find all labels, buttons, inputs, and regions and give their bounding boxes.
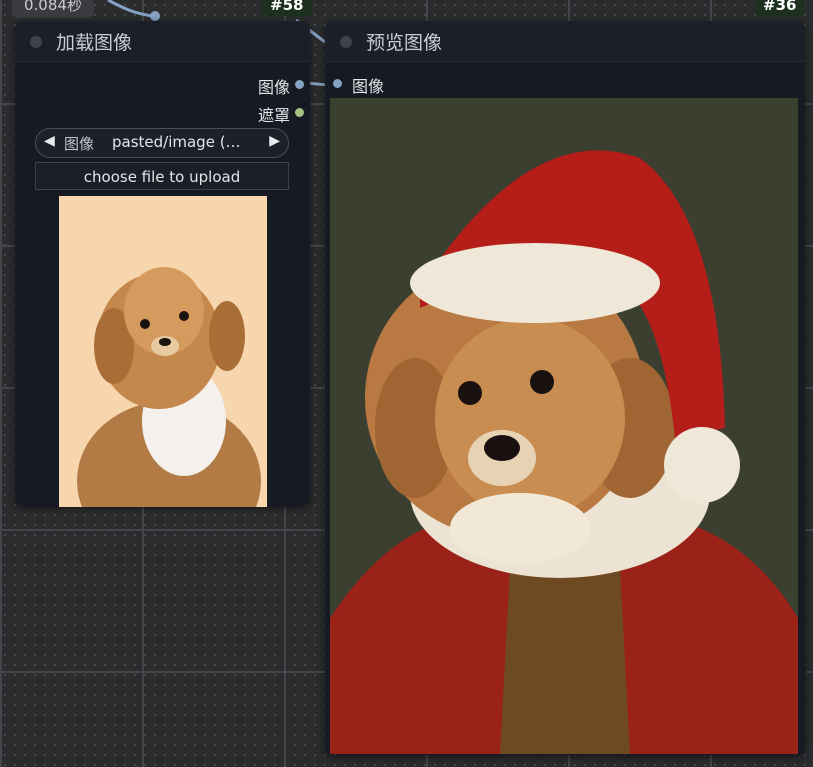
load-image-node[interactable]: 加载图像 图像 遮罩 ◀ 图像 pasted/image (… ▶ choose… [15,21,310,507]
loaded-image-thumbnail [59,196,267,507]
execution-time-label: 0.084秒 [12,0,94,18]
input-slot-dot-icon[interactable] [333,79,342,88]
node-id-badge-load: #58 [261,0,313,16]
output-slot-label: 遮罩 [257,106,290,125]
upload-button[interactable]: choose file to upload [35,162,289,190]
output-slot-image[interactable]: 图像 [184,74,304,97]
output-slot-label: 图像 [257,78,290,97]
input-slot-label: 图像 [352,77,385,96]
collapse-toggle-icon[interactable] [30,36,42,48]
triangle-left-icon[interactable]: ◀ [44,133,55,149]
triangle-right-icon[interactable]: ▶ [269,133,280,149]
preview-image-node-header[interactable]: 预览图像 [325,21,805,62]
node-title: 加载图像 [56,32,133,54]
combo-label: 图像 [64,135,95,153]
collapse-toggle-icon[interactable] [340,36,352,48]
preview-image [330,98,798,754]
output-slot-dot-icon[interactable] [295,80,304,89]
node-id-badge-preview: #36 [754,0,806,16]
load-image-node-header[interactable]: 加载图像 [15,21,310,62]
output-slot-dot-icon[interactable] [295,108,304,117]
output-slot-mask[interactable]: 遮罩 [184,102,304,125]
image-combo-widget[interactable]: ◀ 图像 pasted/image (… ▶ [35,128,289,158]
preview-image-node[interactable]: 预览图像 图像 [325,21,805,755]
combo-value: pasted/image (… [112,133,241,151]
node-title: 预览图像 [366,32,443,54]
